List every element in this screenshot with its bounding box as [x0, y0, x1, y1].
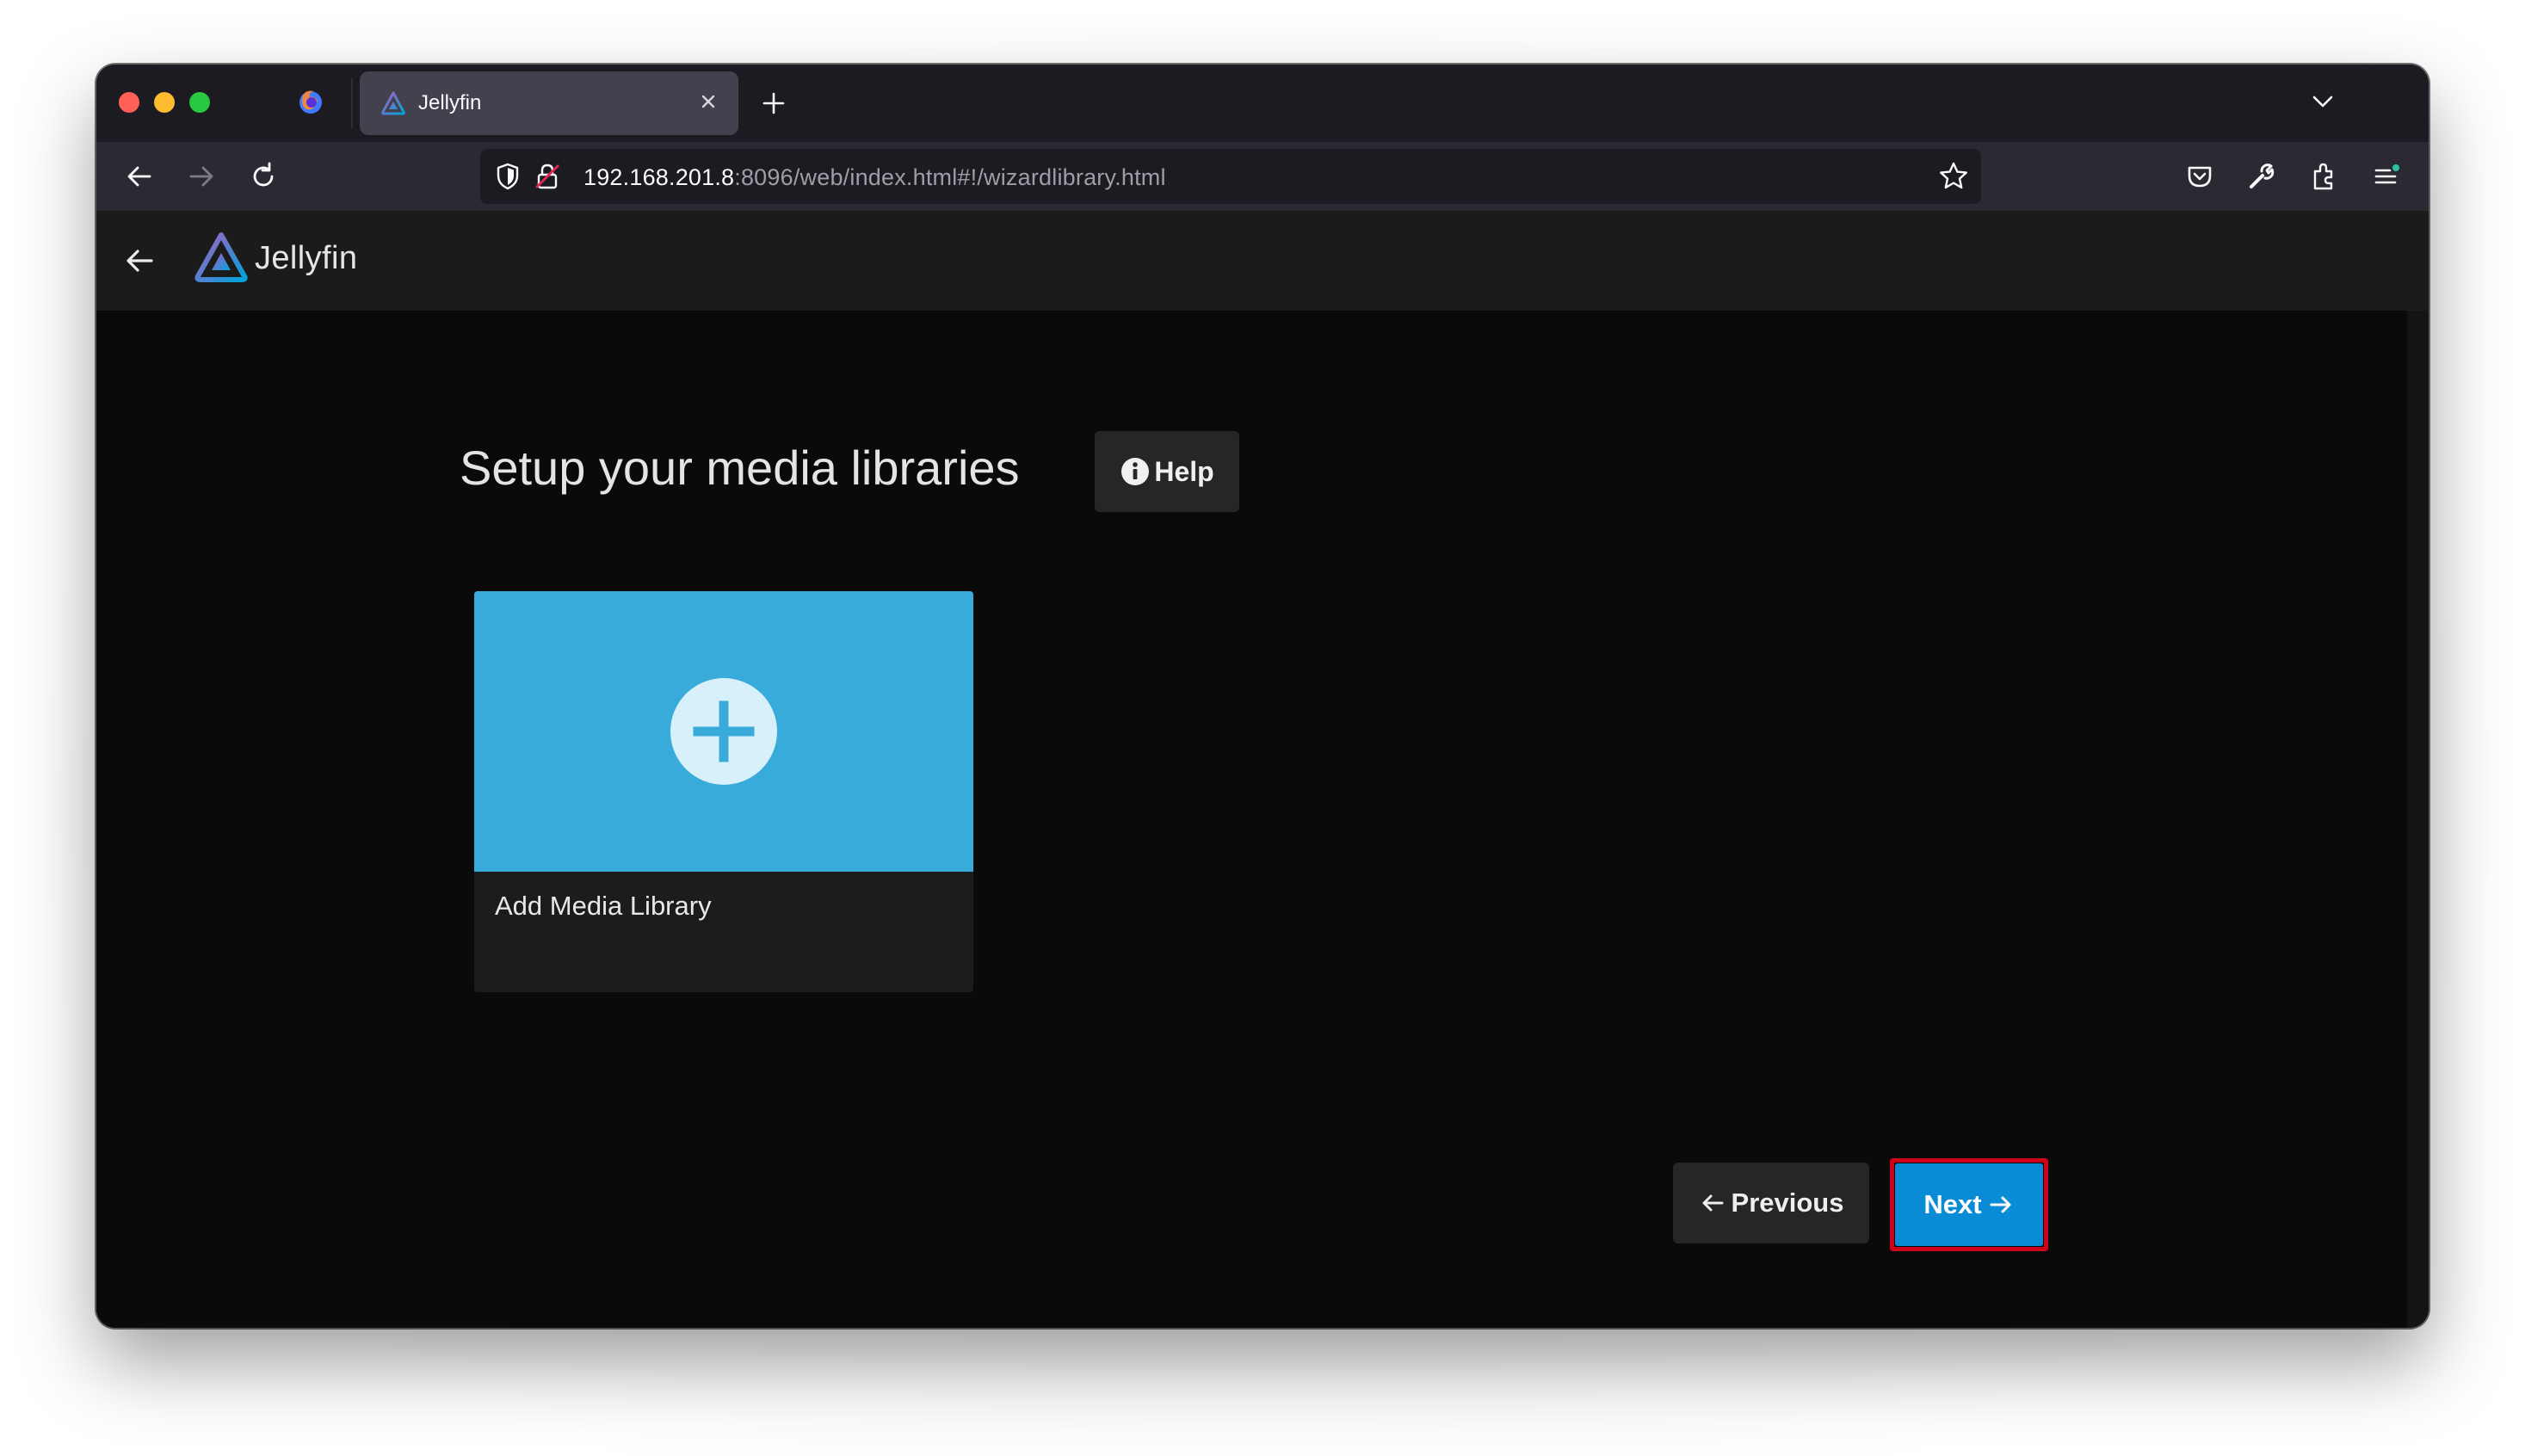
add-media-library-card[interactable]: Add Media Library	[474, 591, 973, 992]
scrollbar-track[interactable]	[2407, 311, 2429, 1328]
help-button[interactable]: Help	[1095, 431, 1239, 512]
next-button[interactable]: Next	[1895, 1163, 2043, 1246]
jellyfin-brand-name[interactable]: Jellyfin	[255, 237, 357, 280]
bookmark-star-icon[interactable]	[1936, 159, 1971, 194]
previous-button[interactable]: Previous	[1673, 1163, 1869, 1243]
url-text[interactable]: 192.168.201.8:8096/web/index.html#!/wiza…	[583, 163, 1166, 191]
firefox-view-icon[interactable]	[296, 87, 325, 116]
maximize-window-button[interactable]	[189, 92, 210, 113]
next-button-label: Next	[1923, 1189, 1982, 1219]
page-title: Setup your media libraries	[460, 441, 1020, 495]
reload-icon[interactable]	[246, 159, 281, 194]
address-bar[interactable]: 192.168.201.8:8096/web/index.html#!/wiza…	[480, 149, 1981, 204]
extensions-icon[interactable]	[2306, 159, 2341, 194]
forward-arrow-icon[interactable]	[184, 159, 219, 194]
shield-icon[interactable]	[492, 161, 523, 192]
arrow-right-icon	[1990, 1196, 2011, 1213]
url-host: 192.168.201.8	[583, 164, 735, 190]
browser-window: Jellyfin 192.168.201.8:8096/web/index.ht…	[96, 65, 2429, 1328]
tab-title: Jellyfin	[418, 91, 482, 114]
jellyfin-logo-icon[interactable]	[193, 230, 250, 287]
close-tab-icon[interactable]	[695, 89, 721, 114]
wizard-content: Setup your media libraries Help Add Medi…	[96, 311, 2407, 1328]
screenshot-backdrop: Jellyfin 192.168.201.8:8096/web/index.ht…	[0, 0, 2525, 1456]
jellyfin-favicon-icon	[381, 91, 405, 115]
back-arrow-icon[interactable]	[122, 159, 157, 194]
app-back-arrow-icon[interactable]	[120, 242, 158, 280]
new-tab-icon[interactable]	[759, 89, 788, 118]
insecure-lock-icon[interactable]	[532, 161, 563, 192]
chevron-down-icon[interactable]	[2308, 87, 2337, 116]
tab-jellyfin[interactable]: Jellyfin	[360, 71, 738, 135]
add-media-library-card-image[interactable]	[474, 591, 973, 872]
add-media-library-label: Add Media Library	[495, 891, 712, 921]
previous-button-label: Previous	[1731, 1188, 1844, 1218]
wrench-icon[interactable]	[2244, 159, 2279, 194]
arrow-left-icon	[1702, 1194, 1724, 1212]
add-circle-icon	[670, 678, 777, 785]
jellyfin-header: Jellyfin	[96, 211, 2429, 311]
help-button-label: Help	[1154, 455, 1214, 487]
menu-icon[interactable]	[2368, 159, 2403, 194]
tab-separator	[351, 78, 353, 128]
navigation-toolbar: 192.168.201.8:8096/web/index.html#!/wiza…	[96, 142, 2429, 211]
info-icon	[1121, 458, 1150, 485]
minimize-window-button[interactable]	[154, 92, 175, 113]
pocket-icon[interactable]	[2182, 159, 2217, 194]
close-window-button[interactable]	[119, 92, 139, 113]
url-path: :8096/web/index.html#!/wizardlibrary.htm…	[734, 164, 1166, 190]
tab-strip: Jellyfin	[96, 65, 2429, 142]
